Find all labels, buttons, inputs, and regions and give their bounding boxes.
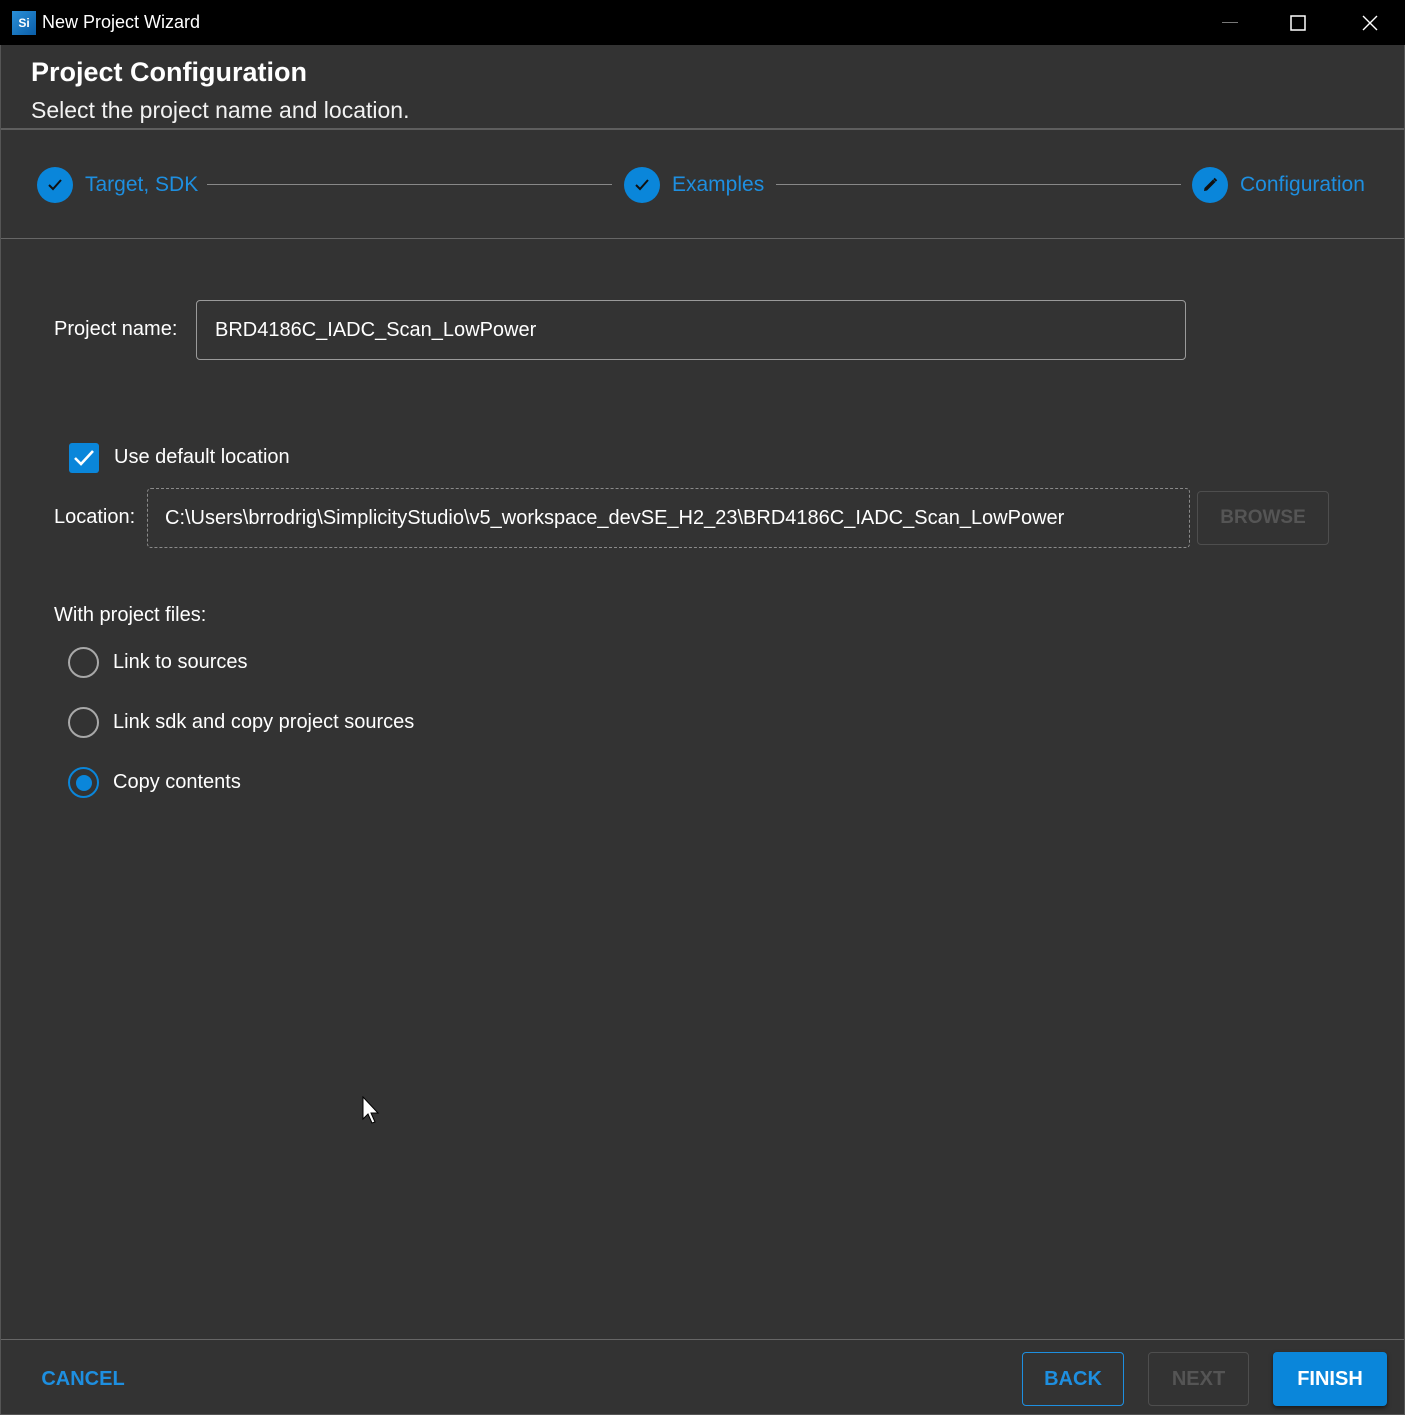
divider <box>1 238 1404 239</box>
location-input[interactable] <box>147 488 1190 548</box>
minimize-button[interactable] <box>1200 0 1260 45</box>
step-target-sdk[interactable]: Target, SDK <box>37 167 198 203</box>
step-examples[interactable]: Examples <box>624 167 764 203</box>
page-subtitle: Select the project name and location. <box>31 97 410 123</box>
radio-label: Link to sources <box>113 651 248 673</box>
close-icon <box>1362 15 1378 30</box>
app-logo-icon: Si <box>12 11 36 35</box>
radio-link-to-sources[interactable]: Link to sources <box>68 647 248 678</box>
step-connector <box>207 184 612 185</box>
project-files-label: With project files: <box>54 604 207 626</box>
page-title: Project Configuration <box>31 57 307 87</box>
step-label: Target, SDK <box>85 173 199 196</box>
radio-selected-dot <box>75 774 92 791</box>
check-icon <box>37 167 73 203</box>
use-default-location-checkbox[interactable] <box>69 443 99 473</box>
project-name-input[interactable] <box>196 300 1186 360</box>
check-icon <box>624 167 660 203</box>
radio-button[interactable] <box>68 647 99 678</box>
mouse-cursor-icon <box>362 1096 380 1124</box>
radio-label: Link sdk and copy project sources <box>113 711 415 733</box>
project-name-label: Project name: <box>54 318 178 340</box>
use-default-location-label[interactable]: Use default location <box>114 446 290 469</box>
cancel-button[interactable]: CANCEL <box>30 1352 136 1406</box>
next-button[interactable]: NEXT <box>1148 1352 1249 1406</box>
step-label: Examples <box>672 173 765 196</box>
radio-link-sdk-copy-sources[interactable]: Link sdk and copy project sources <box>68 707 414 738</box>
step-label: Configuration <box>1240 173 1365 196</box>
step-connector <box>776 184 1181 185</box>
step-configuration[interactable]: Configuration <box>1192 167 1365 203</box>
browse-button[interactable]: BROWSE <box>1197 491 1329 545</box>
window-titlebar: Si New Project Wizard <box>0 0 1405 45</box>
location-label: Location: <box>54 506 136 528</box>
radio-button[interactable] <box>68 767 99 798</box>
radio-label: Copy contents <box>113 771 241 793</box>
maximize-icon <box>1290 14 1306 31</box>
minimize-icon <box>1222 21 1238 23</box>
close-button[interactable] <box>1340 0 1400 45</box>
divider <box>1 128 1404 130</box>
finish-button[interactable]: FINISH <box>1273 1352 1387 1406</box>
maximize-button[interactable] <box>1268 0 1328 45</box>
check-icon <box>74 450 94 466</box>
pencil-icon <box>1192 167 1228 203</box>
radio-copy-contents[interactable]: Copy contents <box>68 767 241 798</box>
divider <box>1 1339 1404 1340</box>
radio-button[interactable] <box>68 707 99 738</box>
window-title: New Project Wizard <box>42 12 201 32</box>
back-button[interactable]: BACK <box>1022 1352 1124 1406</box>
